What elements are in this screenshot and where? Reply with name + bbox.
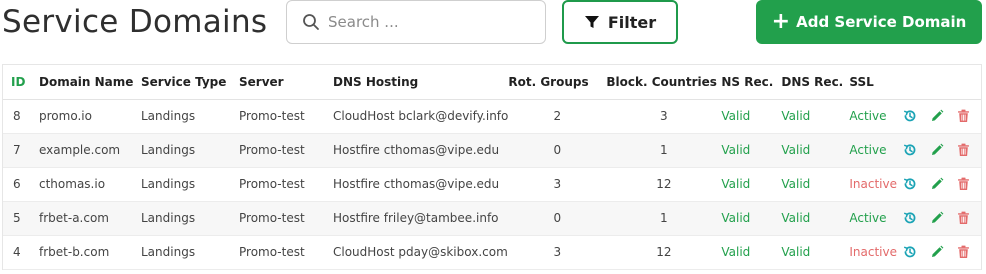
cell-ns-rec: Valid — [721, 201, 782, 236]
add-button-label: Add Service Domain — [796, 13, 967, 31]
cell-rot-groups: 2 — [508, 99, 607, 134]
cell-dns-hosting: Hostfire cthomas@vipe.edu — [333, 167, 509, 202]
table-row[interactable]: 7 example.com Landings Promo-test Hostfi… — [3, 133, 981, 168]
cell-server: Promo-test — [239, 201, 333, 236]
cell-ns-rec: Valid — [721, 235, 782, 270]
cell-dns-hosting: CloudHost bclark@devify.info — [333, 99, 509, 134]
trash-icon[interactable] — [957, 143, 970, 157]
column-header-domain-name[interactable]: Domain Name — [39, 65, 141, 100]
cell-service-type: Landings — [141, 167, 239, 202]
column-header-service-type[interactable]: Service Type — [141, 65, 239, 100]
cell-service-type: Landings — [141, 133, 239, 168]
cell-ssl: Active — [849, 133, 902, 168]
table-row[interactable]: 5 frbet-a.com Landings Promo-test Hostfi… — [3, 201, 981, 236]
cell-block-countries: 12 — [606, 235, 722, 270]
history-icon[interactable] — [903, 109, 917, 123]
cell-rot-groups: 3 — [508, 235, 607, 270]
cell-server: Promo-test — [239, 167, 333, 202]
column-header-id[interactable]: ID — [3, 65, 39, 100]
column-header-dns-rec[interactable]: DNS Rec. — [781, 65, 850, 100]
plus-icon: + — [771, 9, 791, 34]
cell-rot-groups: 0 — [508, 201, 607, 236]
cell-actions — [901, 201, 981, 236]
column-header-ssl[interactable]: SSL — [849, 65, 902, 100]
cell-block-countries: 1 — [606, 201, 722, 236]
history-icon[interactable] — [903, 143, 917, 157]
cell-ns-rec: Valid — [721, 167, 782, 202]
cell-actions — [901, 167, 981, 202]
history-icon[interactable] — [903, 211, 917, 225]
cell-block-countries: 3 — [606, 99, 722, 134]
cell-server: Promo-test — [239, 235, 333, 270]
column-header-actions — [901, 65, 981, 100]
cell-ns-rec: Valid — [721, 99, 782, 134]
cell-dns-rec: Valid — [781, 99, 850, 134]
cell-domain-name: cthomas.io — [39, 167, 141, 202]
service-domains-table: ID Domain Name Service Type Server DNS H… — [2, 64, 982, 270]
column-header-ns-rec[interactable]: NS Rec. — [721, 65, 782, 100]
cell-id: 6 — [3, 167, 39, 202]
cell-ssl: Active — [849, 201, 902, 236]
trash-icon[interactable] — [957, 211, 970, 225]
cell-actions — [901, 99, 981, 134]
cell-dns-hosting: CloudHost pday@skibox.com — [333, 235, 509, 270]
column-header-rot-groups[interactable]: Rot. Groups — [508, 65, 607, 100]
pencil-icon[interactable] — [930, 177, 944, 191]
pencil-icon[interactable] — [930, 211, 944, 225]
table-row[interactable]: 8 promo.io Landings Promo-test CloudHost… — [3, 99, 981, 134]
column-header-block-countries[interactable]: Block. Countries — [606, 65, 722, 100]
cell-dns-rec: Valid — [781, 167, 850, 202]
cell-actions — [901, 133, 981, 168]
cell-server: Promo-test — [239, 133, 333, 168]
cell-ssl: Active — [849, 99, 902, 134]
funnel-icon — [584, 16, 599, 28]
trash-icon[interactable] — [957, 245, 970, 259]
filter-label: Filter — [607, 12, 657, 32]
filter-button[interactable]: Filter — [562, 0, 678, 44]
cell-domain-name: frbet-b.com — [39, 235, 141, 270]
cell-rot-groups: 0 — [508, 133, 607, 168]
cell-block-countries: 1 — [606, 133, 722, 168]
table-row[interactable]: 6 cthomas.io Landings Promo-test Hostfir… — [3, 167, 981, 202]
pencil-icon[interactable] — [930, 245, 944, 259]
page-title: Service Domains — [2, 4, 268, 40]
cell-rot-groups: 3 — [508, 167, 607, 202]
cell-dns-rec: Valid — [781, 235, 850, 270]
cell-domain-name: frbet-a.com — [39, 201, 141, 236]
cell-service-type: Landings — [141, 201, 239, 236]
cell-domain-name: promo.io — [39, 99, 141, 134]
search-input[interactable] — [328, 13, 528, 31]
cell-block-countries: 12 — [606, 167, 722, 202]
cell-id: 8 — [3, 99, 39, 134]
cell-service-type: Landings — [141, 235, 239, 270]
cell-dns-rec: Valid — [781, 201, 850, 236]
cell-ssl: Inactive — [849, 235, 902, 270]
column-header-server[interactable]: Server — [239, 65, 333, 100]
history-icon[interactable] — [903, 177, 917, 191]
cell-dns-rec: Valid — [781, 133, 850, 168]
table-header-row: ID Domain Name Service Type Server DNS H… — [3, 65, 981, 100]
pencil-icon[interactable] — [930, 143, 944, 157]
search-icon — [303, 14, 319, 30]
cell-dns-hosting: Hostfire friley@tambee.info — [333, 201, 509, 236]
cell-actions — [901, 235, 981, 270]
column-header-dns-hosting[interactable]: DNS Hosting — [333, 65, 509, 100]
trash-icon[interactable] — [957, 177, 970, 191]
cell-id: 5 — [3, 201, 39, 236]
cell-domain-name: example.com — [39, 133, 141, 168]
cell-ssl: Inactive — [849, 167, 902, 202]
table-row[interactable]: 4 frbet-b.com Landings Promo-test CloudH… — [3, 235, 981, 270]
trash-icon[interactable] — [957, 109, 970, 123]
cell-dns-hosting: Hostfire cthomas@vipe.edu — [333, 133, 509, 168]
pencil-icon[interactable] — [930, 109, 944, 123]
cell-id: 7 — [3, 133, 39, 168]
cell-server: Promo-test — [239, 99, 333, 134]
add-service-domain-button[interactable]: + Add Service Domain — [756, 0, 982, 44]
cell-ns-rec: Valid — [721, 133, 782, 168]
history-icon[interactable] — [903, 245, 917, 259]
cell-service-type: Landings — [141, 99, 239, 134]
cell-id: 4 — [3, 235, 39, 270]
search-box[interactable] — [286, 0, 546, 44]
